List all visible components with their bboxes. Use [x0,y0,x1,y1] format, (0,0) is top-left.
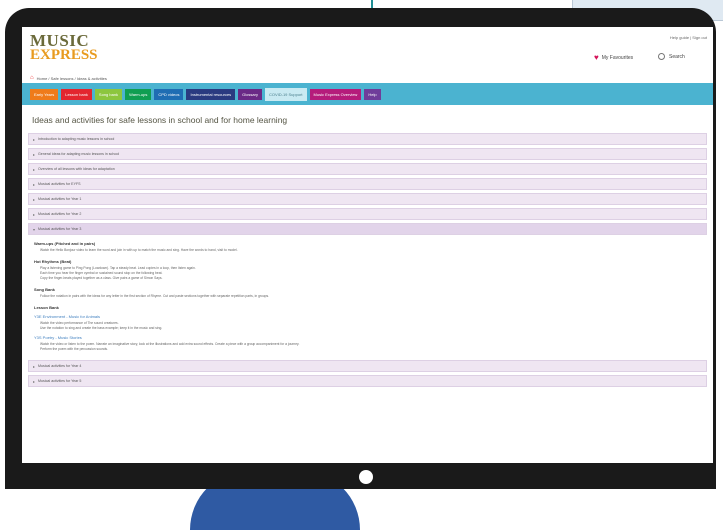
accordion-label: Musical activities for EYFS [38,182,81,186]
accordion-label: Overview of all lessons with ideas for a… [38,167,115,171]
search-label: Search [669,53,685,60]
breadcrumb-text[interactable]: Home / Safe lessons / Ideas & activities [37,76,107,81]
search-icon [658,53,665,60]
accordion-label: Musical activities for Year 2 [38,212,82,216]
caret-icon: ▸ [33,181,36,187]
accordion-label: Introduction to adapting music lessons i… [38,137,115,141]
top-links[interactable]: Help guide | Sign out [670,35,707,40]
section-heading: Song Bank [34,287,55,292]
search-box[interactable]: Search [658,53,685,60]
accordion-item[interactable]: ▸ Musical activities for EYFS [28,178,707,190]
breadcrumb: ⌂ Home / Safe lessons / Ideas & activiti… [22,73,713,83]
home-button[interactable] [359,470,373,484]
accordion-label: Musical activities for Year 1 [38,197,82,201]
tab-instrumental[interactable]: Instrumental resources [186,88,236,100]
bullet-line: Use the notation to sing and create the … [40,326,163,330]
accordion-label: Musical activities for Year 4 [38,364,82,368]
caret-icon: ▸ [33,151,36,157]
accordion-item[interactable]: ▸ Introduction to adapting music lessons … [28,133,707,145]
heart-icon: ♥ [594,53,599,62]
favourites-link[interactable]: ♥ My Favourites [594,53,633,62]
accordion-label: General ideas for adapting music lessons… [38,152,120,156]
main-nav: Early Years Lesson bank Song bank Warm-u… [22,83,713,105]
logo-line1: MUSIC [30,31,90,50]
tab-cpd-videos[interactable]: CPD videos [154,88,184,100]
caret-icon: ▸ [33,166,36,172]
main-content: Ideas and activities for safe lessons in… [22,105,713,394]
site-header: MUSIC EXPRESS Help guide | Sign out ♥ My… [22,27,713,73]
accordion-item[interactable]: ▸ General ideas for adapting music lesson… [28,148,707,160]
tab-overview[interactable]: Music Express Overview [309,88,362,100]
home-icon[interactable]: ⌂ [30,75,34,81]
lesson-link[interactable]: Y3S Poetry - Music Stories [34,335,707,340]
accordion-item[interactable]: ▸ Musical activities for Year 4 [28,360,707,372]
page-title: Ideas and activities for safe lessons in… [32,115,288,125]
section-heading: Hot Rhythms (Beat) [34,259,72,264]
lesson-link[interactable]: Y3E Environment - Music for Animals [34,314,707,319]
favourites-label: My Favourites [601,54,634,61]
caret-icon: ▸ [33,196,36,202]
logo-line2: EXPRESS [30,47,98,63]
tab-lesson-bank[interactable]: Lesson bank [61,88,92,100]
tab-warm-ups[interactable]: Warm-ups [125,88,152,100]
accordion-label: Musical activities for Year 3 [38,227,82,231]
section-heading: Lesson Bank [34,305,59,310]
accordion-label: Musical activities for Year 5 [38,379,82,383]
bullet-line: Perform the poem with the percussion sou… [40,347,108,351]
accordion-item[interactable]: ▸ Musical activities for Year 1 [28,193,707,205]
caret-icon: ▸ [33,211,36,217]
tab-help[interactable]: Help [364,88,381,100]
tab-glossary[interactable]: Glossary [238,88,262,100]
caret-icon: ▸ [33,136,36,142]
accordion-item[interactable]: ▸ Musical activities for Year 2 [28,208,707,220]
accordion-item-expanded[interactable]: ▾ Musical activities for Year 3 [28,223,707,235]
music-express-logo[interactable]: MUSIC EXPRESS [30,31,98,63]
bullet-line: Follow the notation in pairs with the id… [40,294,270,298]
tab-song-bank[interactable]: Song bank [94,88,123,100]
caret-down-icon: ▾ [33,226,36,232]
caret-icon: ▸ [33,378,36,384]
section-heading: Warm-ups (Pitched and in pairs) [34,241,96,246]
bullet-line: Watch the Hello Bonjour video to learn t… [40,248,238,252]
accordion-item[interactable]: ▸ Overview of all lessons with ideas for … [28,163,707,175]
bullet-line: Copy the finger-beats played together as… [40,276,163,280]
tab-early-years[interactable]: Early Years [30,88,59,100]
caret-icon: ▸ [33,363,36,369]
screen: MUSIC EXPRESS Help guide | Sign out ♥ My… [22,27,713,463]
tab-covid-support[interactable]: COVID-19 Support [264,87,307,101]
accordion-item[interactable]: ▸ Musical activities for Year 5 [28,375,707,387]
